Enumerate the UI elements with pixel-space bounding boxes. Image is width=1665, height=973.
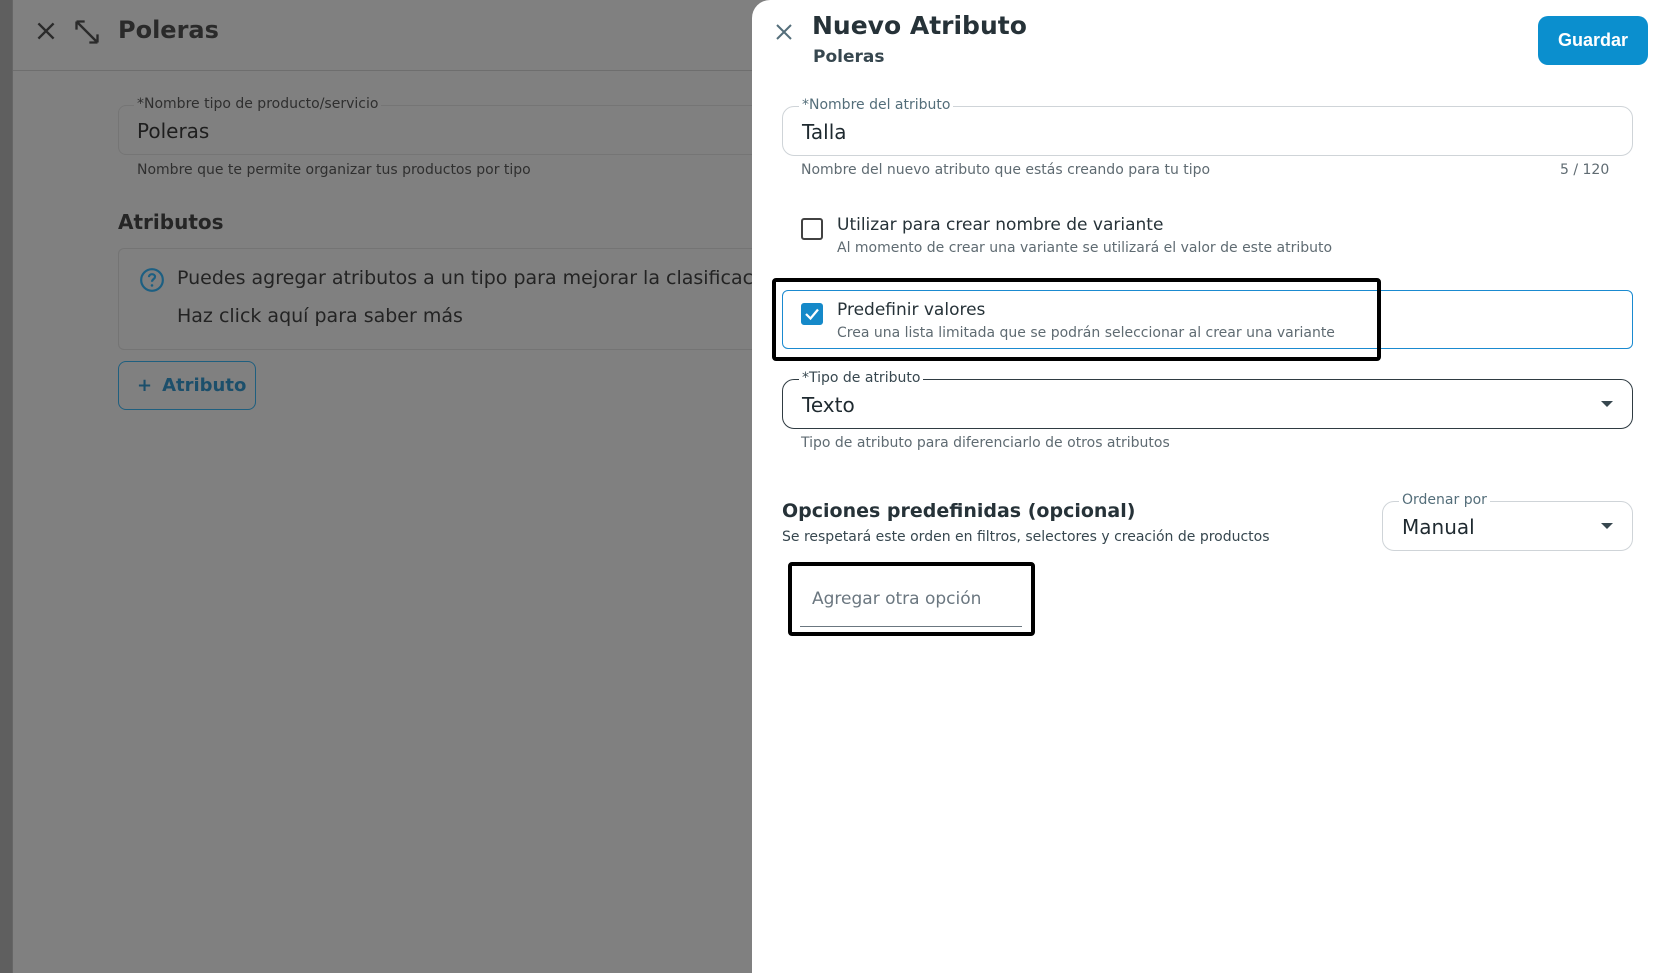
attribute-type-select[interactable]: *Tipo de atributo Texto [782, 370, 1633, 429]
drawer-title: Nuevo Atributo [812, 11, 1027, 40]
variant-name-checkbox[interactable] [801, 218, 823, 240]
sort-by-label: Ordenar por [1399, 492, 1490, 508]
info-link[interactable]: Haz click aquí para saber más [177, 305, 463, 327]
dropdown-arrow-icon [1601, 401, 1613, 407]
sort-by-select[interactable]: Ordenar por Manual [1382, 492, 1633, 551]
attributes-info-box: Puedes agregar atributos a un tipo para … [118, 248, 778, 350]
attribute-type-value: Texto [802, 393, 855, 417]
drawer-subtitle: Poleras [813, 47, 885, 67]
save-button[interactable]: Guardar [1538, 16, 1648, 65]
product-type-name-field[interactable]: *Nombre tipo de producto/servicio Polera… [118, 96, 778, 155]
new-attribute-drawer: Nuevo Atributo Poleras Guardar *Nombre d… [752, 0, 1665, 973]
highlight-annotation [788, 562, 1035, 636]
plus-icon: + [137, 375, 153, 396]
variant-name-checkbox-title: Utilizar para crear nombre de variante [837, 215, 1164, 235]
field-label: *Nombre tipo de producto/servicio [134, 96, 382, 112]
character-counter: 5 / 120 [1560, 162, 1610, 178]
close-icon[interactable] [772, 20, 796, 44]
add-attribute-button[interactable]: + Atributo [118, 361, 256, 410]
product-type-panel: Poleras *Nombre tipo de producto/servici… [12, 0, 778, 973]
attribute-type-helper: Tipo de atributo para diferenciarlo de o… [801, 435, 1170, 451]
expand-icon[interactable] [73, 18, 101, 46]
attribute-type-label: *Tipo de atributo [799, 370, 924, 386]
page-title: Poleras [118, 16, 219, 44]
product-type-header: Poleras [13, 0, 773, 71]
close-icon[interactable] [33, 18, 59, 44]
attributes-title: Atributos [118, 210, 224, 234]
info-text: Puedes agregar atributos a un tipo para … [177, 267, 770, 289]
attribute-name-label: *Nombre del atributo [799, 97, 954, 113]
highlight-annotation [772, 278, 1381, 361]
attribute-name-value: Talla [802, 120, 847, 144]
attribute-name-helper: Nombre del nuevo atributo que estás crea… [801, 162, 1211, 178]
predefined-options-title: Opciones predefinidas (opcional) [782, 500, 1136, 522]
variant-name-checkbox-description: Al momento de crear una variante se util… [837, 240, 1333, 256]
sort-by-value: Manual [1402, 515, 1475, 539]
help-circle-icon [140, 268, 164, 292]
field-value: Poleras [137, 119, 210, 143]
add-attribute-label: Atributo [162, 375, 247, 396]
dropdown-arrow-icon [1601, 523, 1613, 529]
field-helper: Nombre que te permite organizar tus prod… [137, 162, 531, 178]
attribute-name-field[interactable]: *Nombre del atributo Talla [782, 97, 1633, 156]
predefined-options-description: Se respetará este orden en filtros, sele… [782, 529, 1270, 545]
